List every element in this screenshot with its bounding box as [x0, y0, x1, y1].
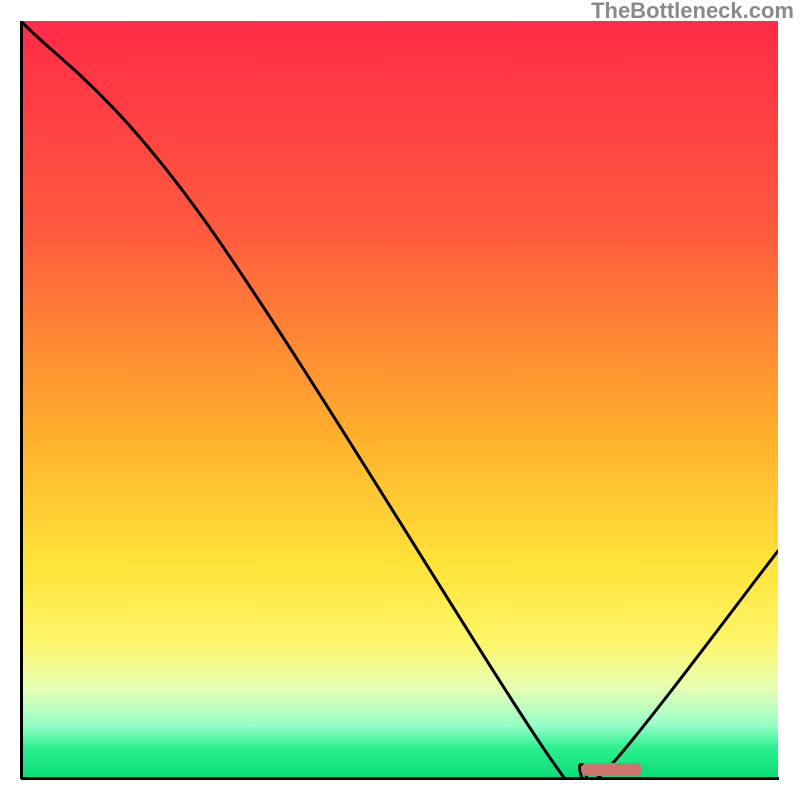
x-axis	[21, 777, 779, 780]
bottleneck-curve	[21, 21, 778, 778]
watermark: TheBottleneck.com	[591, 0, 794, 24]
bottleneck-chart: TheBottleneck.com	[0, 0, 800, 800]
bottleneck-curve-path	[21, 21, 778, 778]
y-axis	[20, 21, 23, 779]
optimal-zone-marker	[581, 763, 642, 776]
plot-area	[21, 21, 778, 778]
